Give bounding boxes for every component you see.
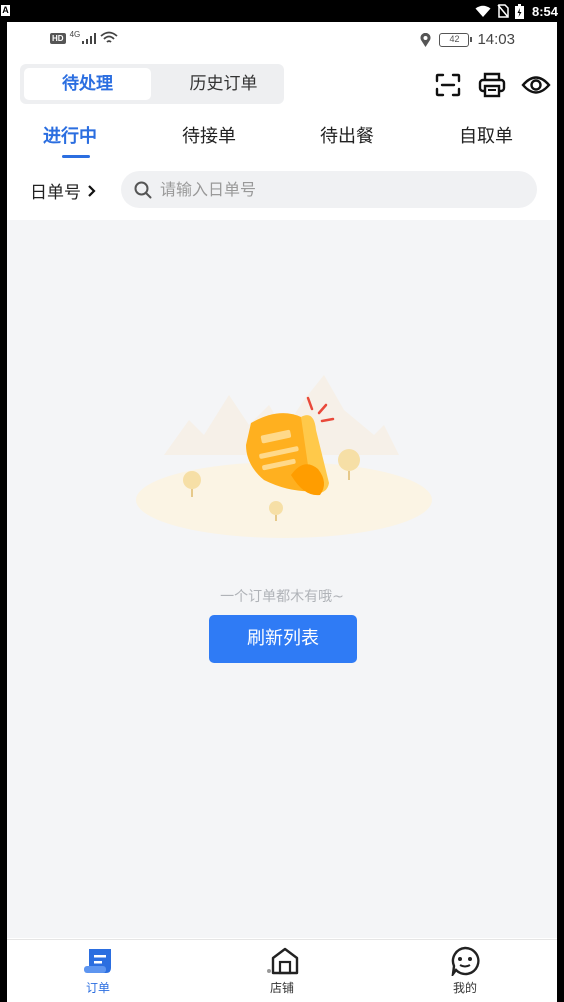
scan-icon[interactable] (433, 70, 463, 100)
wifi-icon (475, 5, 491, 17)
store-icon (267, 947, 299, 975)
search-input[interactable] (160, 180, 520, 199)
segment-history-orders[interactable]: 历史订单 (160, 68, 287, 100)
search-box (121, 171, 537, 208)
no-sim-icon (497, 4, 509, 18)
profile-icon (451, 946, 480, 976)
nav-orders[interactable]: 订单 (58, 946, 138, 996)
battery-charging-icon (514, 3, 524, 19)
wifi-icon (100, 31, 118, 43)
nav-store-label: 店铺 (269, 981, 294, 995)
status-time: 14:03 (477, 31, 515, 48)
network-type: 4G (69, 29, 81, 39)
notification-a-icon: A (1, 5, 10, 16)
empty-orders-illustration (136, 375, 432, 538)
printer-icon[interactable] (477, 70, 507, 100)
order-list-area: 一个订单都木有哦~ 刷新列表 (7, 220, 557, 938)
signal-icon (82, 32, 97, 44)
day-number-label: 日单号 (30, 183, 81, 203)
bottom-navigation: 订单 店铺 我的 (7, 939, 557, 1002)
search-row: 日单号 (7, 170, 557, 210)
hd-badge: HD (50, 32, 66, 44)
active-tab-indicator (62, 155, 90, 158)
system-status-bar: A 8:54 (0, 0, 564, 22)
app-status-bar: HD 4G 42 14:03 (7, 22, 557, 56)
search-icon (134, 181, 152, 198)
system-clock: 8:54 (531, 3, 558, 19)
tab-awaiting-meal[interactable]: 待出餐 (320, 122, 374, 148)
app-screen: HD 4G 42 14:03 待处理 历史订单 进行中 待接单 待出餐 自取单 (7, 22, 557, 1002)
tab-awaiting-acceptance[interactable]: 待接单 (182, 122, 236, 148)
header-actions (433, 70, 551, 100)
segment-pending[interactable]: 待处理 (24, 68, 151, 100)
chevron-right-icon (88, 184, 96, 197)
tab-in-progress[interactable]: 进行中 (43, 122, 97, 148)
order-status-tabs: 进行中 待接单 待出餐 自取单 (7, 112, 557, 160)
eye-icon[interactable] (521, 70, 551, 100)
order-segment-control: 待处理 历史订单 (20, 64, 284, 104)
location-icon (420, 32, 431, 47)
refresh-list-button[interactable]: 刷新列表 (209, 615, 357, 663)
battery-indicator: 42 (439, 32, 473, 47)
empty-state-message: 一个订单都木有哦~ (220, 589, 344, 605)
tab-pickup-orders[interactable]: 自取单 (459, 122, 513, 148)
orders-icon (84, 949, 111, 973)
nav-mine-label: 我的 (452, 981, 477, 995)
nav-mine[interactable]: 我的 (425, 946, 505, 996)
day-number-filter[interactable]: 日单号 (30, 178, 96, 203)
nav-orders-label: 订单 (85, 981, 110, 995)
nav-store[interactable]: 店铺 (242, 946, 322, 996)
